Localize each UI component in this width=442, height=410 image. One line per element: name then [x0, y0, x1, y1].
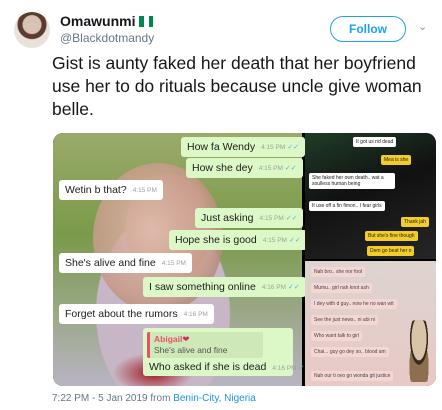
chat-bubble-outgoing: Hope she is good 4:15 PM ✓✓ — [169, 230, 307, 250]
avatar[interactable] — [14, 12, 50, 48]
bubble-time: 4:15 PM — [261, 143, 286, 151]
bubble-text: Forget about the rumors — [65, 308, 178, 320]
bubble-time: 4:15 PM — [262, 236, 287, 244]
chat-reply-bubble: Abigail❤ She's alive and fine Who asked … — [143, 328, 310, 376]
reply-text: Who asked if she is dead — [149, 361, 267, 373]
chat-screenshot-bottom-right[interactable]: Nah bro.. she nor fool Mumu.. girl nah k… — [305, 261, 436, 386]
mini-chat-line: Nah bro.. she nor fool — [311, 267, 366, 277]
chat-bubble-outgoing: Just asking 4:15 PM ✓✓ — [195, 208, 304, 228]
mini-chat-line: See the just news.. ni abi ni — [311, 315, 378, 325]
double-check-icon: ✓✓ — [285, 215, 298, 222]
bubble-time: 4:16 PM — [183, 310, 208, 318]
mini-chat-line: She faked her own death.. wat a soulless… — [309, 173, 395, 189]
bubble-text: She's alive and fine — [65, 257, 156, 269]
chat-screenshot-top-right[interactable]: It got us nd dead Mea is she She faked h… — [305, 133, 436, 259]
flag-nigeria-icon — [139, 16, 154, 27]
quote-author-text: Abigail — [154, 334, 183, 344]
bubble-time: 4:15 PM — [161, 259, 186, 267]
bubble-time: 4:16 PM — [272, 365, 297, 372]
double-check-icon: ✓✓ — [284, 165, 297, 172]
follow-button[interactable]: Follow — [330, 16, 406, 42]
tweet-timestamp[interactable]: 7:22 PM - 5 Jan 2019 from — [52, 393, 170, 404]
chevron-down-icon[interactable]: ⌄ — [418, 22, 428, 33]
double-check-icon: ✓✓ — [287, 144, 300, 151]
tweet-location-link[interactable]: Benin-City, Nigeria — [173, 393, 256, 404]
chat-bubble-outgoing: How she dey 4:15 PM ✓✓ — [186, 158, 303, 178]
chat-bubble-incoming: Wetin b that? 4:15 PM — [59, 180, 163, 200]
bubble-time: 4:15 PM — [259, 214, 284, 222]
heart-icon: ❤ — [182, 334, 190, 344]
bubble-time: 4:15 PM — [132, 186, 157, 194]
bubble-text: Wetin b that? — [65, 184, 127, 196]
chat-bubble-outgoing: I saw something online 4:16 PM ✓✓ — [143, 277, 306, 297]
bubble-text: How fa Wendy — [187, 141, 256, 153]
user-handle[interactable]: @Blackdotmandy — [60, 31, 154, 45]
mini-chat-line: Thank jah — [401, 217, 429, 227]
mini-chat-line: Mumu.. girl nah knot ash — [311, 283, 372, 293]
chat-bubble-incoming: Forget about the rumors 4:16 PM — [59, 304, 214, 324]
quote-text: She's alive and fine — [154, 345, 228, 355]
quoted-message: Abigail❤ She's alive and fine — [147, 332, 263, 358]
reply-message: Who asked if she is dead4:16 PM✓✓ — [149, 361, 310, 373]
sketch-figure-image — [404, 320, 434, 382]
double-check-icon: ✓✓ — [288, 284, 300, 291]
mini-chat-line: Mea is she — [381, 155, 412, 165]
mini-chat-line: But she's fine though — [365, 231, 418, 241]
mini-chat-line: It got us nd dead — [353, 137, 397, 147]
mini-chat-line: Dem go beat her o — [367, 246, 415, 256]
display-name[interactable]: Omawunmi — [60, 13, 154, 29]
mini-chat-line: Nah our ti ovo go wonda git justice — [311, 371, 394, 381]
mini-chat-line: It use off a fin fimon.. I fear girls — [309, 201, 385, 211]
chat-bubble-incoming: She's alive and fine 4:15 PM — [59, 253, 192, 273]
mini-chat-line: I dey with d guy.. now he no wan wit — [311, 299, 397, 309]
tweet-text: Gist is aunty faked her death that her b… — [52, 53, 422, 119]
chat-bubble-outgoing: How fa Wendy 4:15 PM ✓✓ — [181, 137, 306, 157]
mini-chat-line: Chai... guy go dey so.. blood am — [311, 347, 389, 357]
bubble-text: Hope she is good — [175, 234, 257, 246]
bubble-time: 4:15 PM — [258, 164, 283, 172]
bubble-text: Just asking — [201, 212, 254, 224]
bubble-time: 4:16 PM — [261, 283, 287, 291]
display-name-text[interactable]: Omawunmi — [60, 13, 135, 29]
double-check-icon: ✓✓ — [288, 237, 301, 244]
mini-chat-line: Who want talk to girl — [311, 331, 363, 341]
tweet-media[interactable]: How fa Wendy 4:15 PM ✓✓ How she dey 4:15 PM… — [53, 133, 436, 386]
bubble-text: How she dey — [192, 162, 253, 174]
tweet-header: Omawunmi @Blackdotmandy Follow ⌄ — [14, 12, 428, 52]
chat-screenshot-main[interactable]: How fa Wendy 4:15 PM ✓✓ How she dey 4:15 PM… — [53, 133, 310, 386]
quote-author: Abigail❤ — [154, 334, 189, 345]
tweet-footer: 7:22 PM - 5 Jan 2019 from Benin-City, Ni… — [52, 393, 256, 404]
bubble-text: I saw something online — [149, 281, 256, 293]
